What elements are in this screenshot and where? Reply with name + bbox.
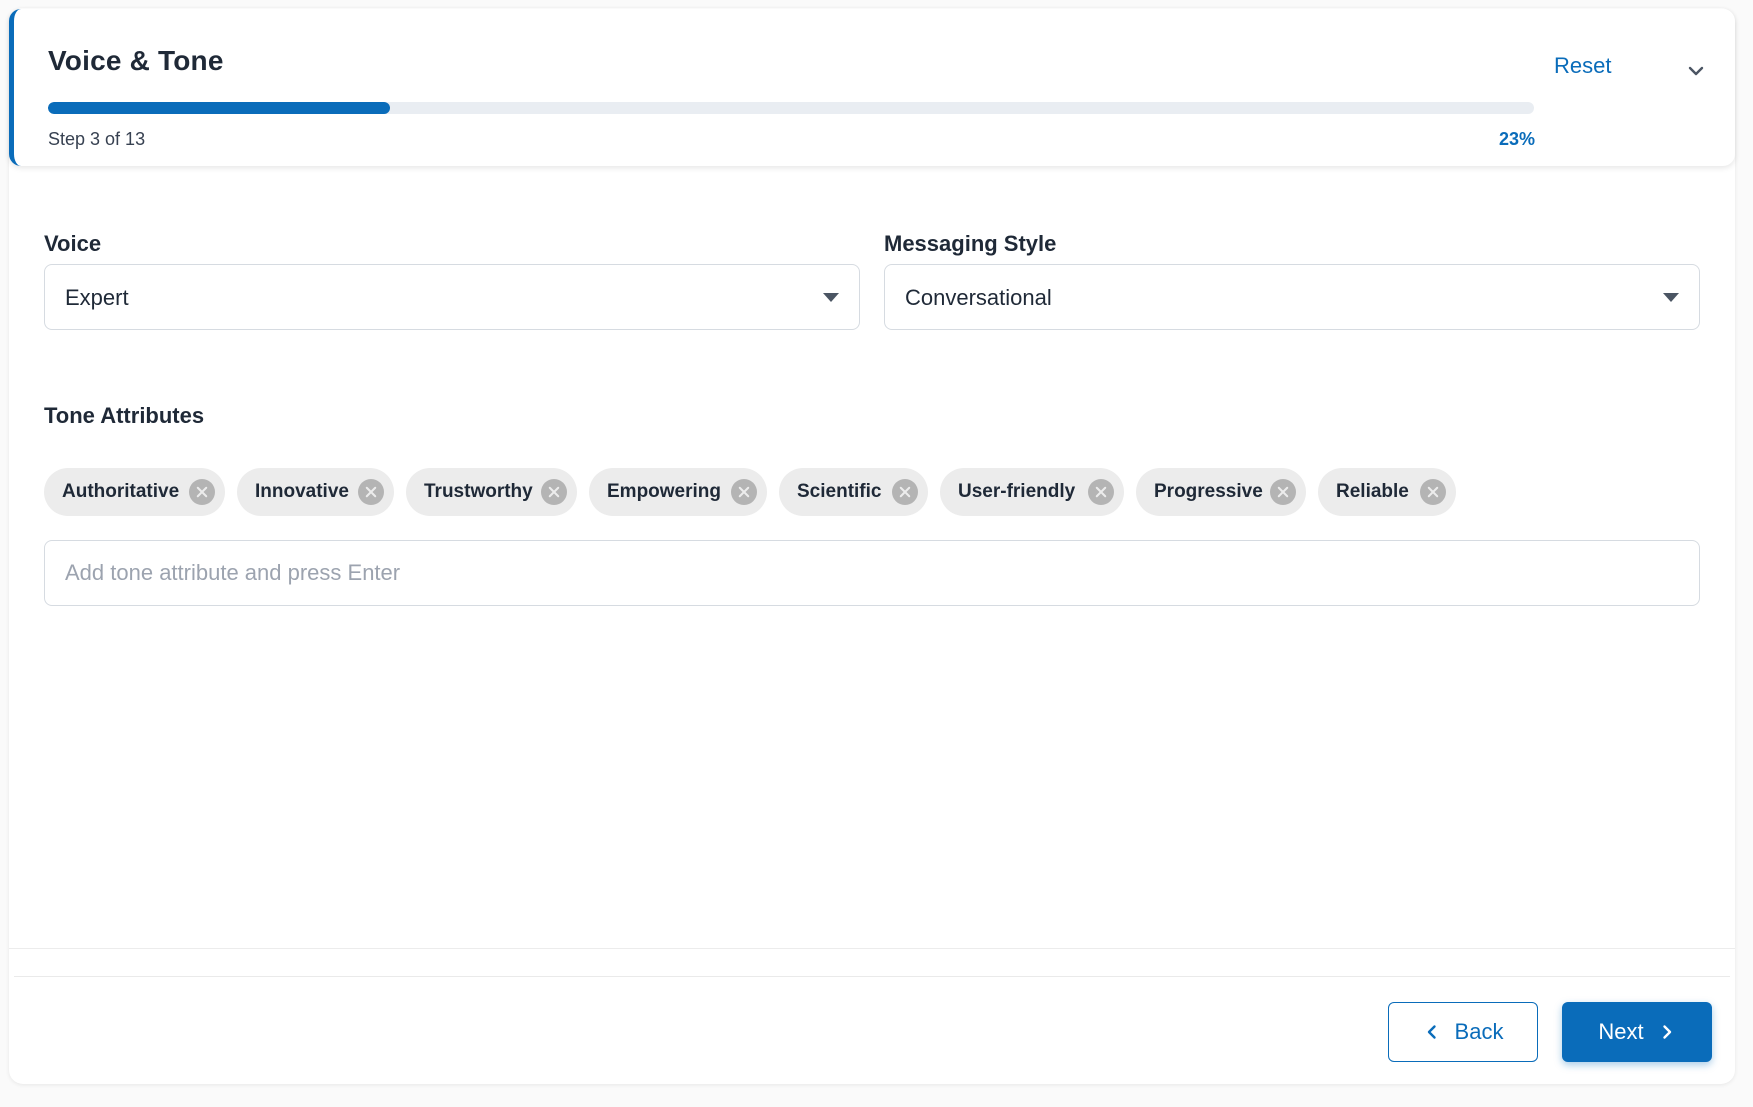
caret-down-icon <box>823 293 839 302</box>
chevron-down-icon[interactable] <box>1682 57 1710 85</box>
step-header-card: Voice & Tone Reset Step 3 of 13 23% <box>9 9 1735 166</box>
remove-chip-icon[interactable] <box>189 479 215 505</box>
tone-chip-label: Authoritative <box>62 481 180 502</box>
step-counter: Step 3 of 13 <box>48 129 146 149</box>
tone-chip-label: Progressive <box>1154 481 1263 502</box>
tone-chip: Scientific <box>779 468 928 516</box>
remove-chip-icon[interactable] <box>731 479 757 505</box>
tone-chip-label: Empowering <box>607 481 722 502</box>
tone-chip: Reliable <box>1318 468 1456 516</box>
tone-attribute-input[interactable] <box>44 540 1700 606</box>
next-button[interactable]: Next <box>1562 1002 1712 1062</box>
tone-chip: Authoritative <box>44 468 225 516</box>
remove-chip-icon[interactable] <box>1420 479 1446 505</box>
back-button-label: Back <box>1454 1019 1504 1044</box>
progress-percent: 23% <box>1498 129 1535 149</box>
tone-attributes-label: Tone Attributes <box>44 403 205 428</box>
chevron-left-icon <box>1427 1025 1436 1039</box>
tone-chip: Innovative <box>237 468 394 516</box>
tone-chip: Progressive <box>1136 468 1306 516</box>
tone-chip: Empowering <box>589 468 767 516</box>
remove-chip-icon[interactable] <box>358 479 384 505</box>
voice-select-value: Expert <box>65 285 129 310</box>
reset-link[interactable]: Reset <box>1554 53 1611 79</box>
back-button[interactable]: Back <box>1388 1002 1538 1062</box>
remove-chip-icon[interactable] <box>1270 479 1296 505</box>
progress-bar <box>48 102 1534 114</box>
messaging-style-select-value: Conversational <box>905 285 1052 310</box>
remove-chip-icon[interactable] <box>1088 479 1114 505</box>
voice-label: Voice <box>44 231 102 256</box>
remove-chip-icon[interactable] <box>541 479 567 505</box>
tone-chip-label: Reliable <box>1336 481 1409 502</box>
remove-chip-icon[interactable] <box>892 479 918 505</box>
messaging-style-label: Messaging Style <box>884 231 1057 256</box>
progress-bar-fill <box>48 102 390 114</box>
content-divider <box>9 948 1735 952</box>
messaging-style-select[interactable]: Conversational <box>884 264 1700 330</box>
tone-chip-label: Scientific <box>797 481 882 502</box>
tone-chip-label: Innovative <box>255 481 349 502</box>
next-button-label: Next <box>1598 1019 1644 1044</box>
page-title: Voice & Tone <box>48 45 224 76</box>
chevron-right-icon <box>1662 1025 1671 1039</box>
footer-divider <box>14 976 1730 977</box>
tone-chip: User-friendly <box>940 468 1124 516</box>
tone-chip-label: User-friendly <box>958 481 1076 502</box>
tone-chip: Trustworthy <box>406 468 577 516</box>
tone-chip-label: Trustworthy <box>424 481 533 502</box>
caret-down-icon <box>1663 293 1679 302</box>
voice-select[interactable]: Expert <box>44 264 860 330</box>
